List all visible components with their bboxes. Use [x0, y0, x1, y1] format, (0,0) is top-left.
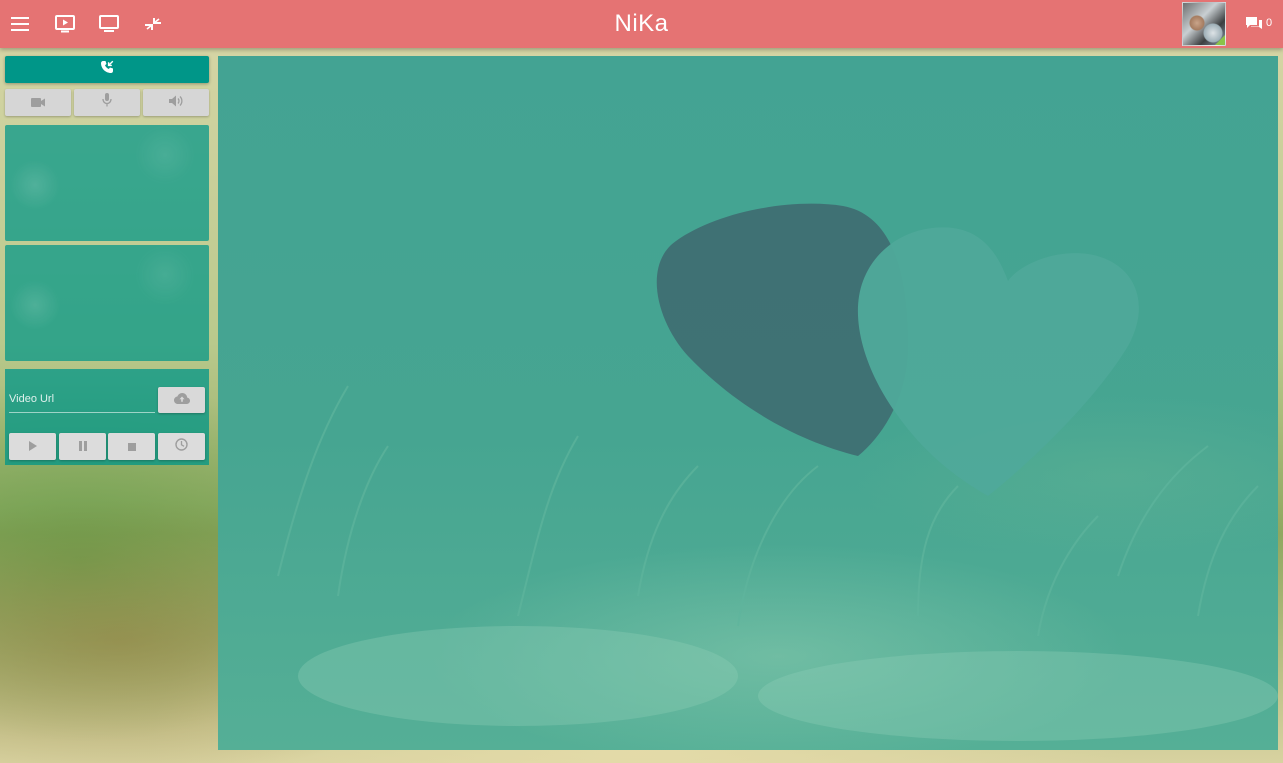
chat-icon[interactable] [1242, 12, 1266, 36]
video-url-panel [5, 369, 209, 465]
phone-incoming-icon [100, 60, 114, 79]
play-button[interactable] [9, 433, 56, 460]
avatar[interactable] [1182, 2, 1226, 46]
volume-icon [169, 94, 183, 112]
remote-video-tile [5, 245, 209, 361]
call-button[interactable] [5, 56, 209, 83]
play-icon [28, 438, 37, 456]
videocam-icon [31, 94, 45, 112]
clock-icon [175, 437, 188, 456]
cloud-upload-icon [173, 391, 190, 409]
stop-icon [127, 438, 136, 456]
top-app-bar: NiKa 0 [0, 0, 1283, 48]
mic-icon [102, 93, 112, 112]
pause-button[interactable] [59, 433, 106, 460]
hearts-background-image [277, 203, 1278, 741]
pause-icon [78, 438, 87, 456]
mic-toggle-button[interactable] [74, 89, 140, 116]
schedule-button[interactable] [158, 433, 205, 460]
main-video-stage [218, 56, 1278, 750]
app-title: NiKa [614, 10, 669, 37]
local-video-tile [5, 125, 209, 241]
speaker-toggle-button[interactable] [143, 89, 209, 116]
video-url-input[interactable] [9, 385, 155, 413]
stop-button[interactable] [108, 433, 155, 460]
chat-count-badge: 0 [1266, 17, 1273, 29]
upload-button[interactable] [158, 387, 205, 413]
camera-toggle-button[interactable] [5, 89, 71, 116]
